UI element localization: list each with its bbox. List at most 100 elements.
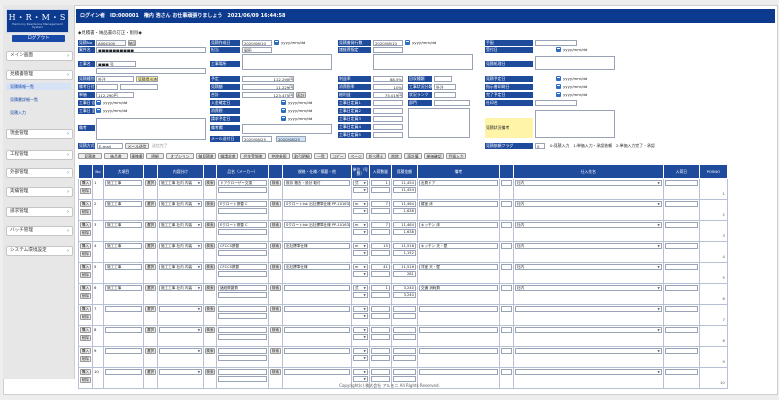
overhead-textarea[interactable] <box>373 54 473 70</box>
status-note-textarea[interactable] <box>535 110 615 138</box>
delete-row-button[interactable]: 削除 <box>80 209 91 215</box>
amount-field[interactable]: 3,240 <box>392 285 416 291</box>
staff-3-select[interactable] <box>373 116 403 122</box>
search-button[interactable]: 検索 <box>270 285 281 291</box>
big-category-field[interactable]: 施工工事 <box>105 201 142 207</box>
spec-field[interactable] <box>284 285 350 291</box>
calendar-icon[interactable] <box>274 40 279 45</box>
select-button[interactable]: 選択 <box>145 285 156 291</box>
created-date-field[interactable]: 2020/08/10 <box>242 40 272 46</box>
maker-field[interactable] <box>218 313 267 319</box>
amount-field[interactable]: 11,464 <box>392 222 416 228</box>
unit-select-2[interactable] <box>352 187 368 193</box>
note-field[interactable] <box>418 306 498 312</box>
supplier-select[interactable] <box>514 327 662 333</box>
sidebar-sub-estimate-input[interactable]: 見積入力 <box>6 109 71 116</box>
supplier-select[interactable]: 社内 <box>514 285 662 291</box>
mail-date-field[interactable]: 2020/08/25 <box>242 136 272 142</box>
tax-amount[interactable]: 11,229円 <box>242 84 294 90</box>
arrival-date-field[interactable] <box>664 327 698 333</box>
unit-select[interactable]: m <box>352 222 368 228</box>
amount-field[interactable] <box>392 306 416 312</box>
product-field[interactable]: Eクロート張替 C <box>218 201 267 207</box>
maker-field[interactable] <box>218 271 267 277</box>
est-field[interactable] <box>500 285 512 291</box>
qty-field[interactable]: 10 <box>370 243 390 249</box>
unit-price-field[interactable] <box>370 355 390 361</box>
unit-select-2[interactable] <box>352 313 368 319</box>
buy-button[interactable]: 購入 <box>80 285 91 291</box>
planned-amount[interactable]: 112,290円 <box>242 76 294 82</box>
cost-field[interactable]: 281 <box>392 271 416 277</box>
big-category-field[interactable] <box>105 348 142 354</box>
cost-field[interactable] <box>392 334 416 340</box>
delete-row-button[interactable]: 削除 <box>80 335 91 341</box>
btn-deduct[interactable]: 控除参照 <box>268 153 290 159</box>
category-select[interactable]: 施工工事 社内 内装 <box>159 180 202 186</box>
delete-row-button[interactable]: 削除 <box>80 314 91 320</box>
category-select[interactable] <box>159 306 202 312</box>
big-category-field[interactable] <box>105 369 142 375</box>
arrival-date-field[interactable] <box>664 201 698 207</box>
arrival-date-field[interactable] <box>664 180 698 186</box>
btn-delivery[interactable]: 納品書 <box>104 153 128 159</box>
work-location-textarea[interactable] <box>242 54 332 70</box>
buy-button[interactable]: 購入 <box>80 243 91 249</box>
maker-field[interactable] <box>218 229 267 235</box>
product-field[interactable]: CFCCS張替 <box>218 243 267 249</box>
arrange-select[interactable] <box>535 40 577 46</box>
product-field[interactable] <box>218 327 267 333</box>
buy-button[interactable]: 購入 <box>80 306 91 312</box>
unit-select-2[interactable] <box>352 250 368 256</box>
category-select[interactable]: 施工工事 社内 内装 <box>159 285 202 291</box>
staff-5-select[interactable] <box>373 132 403 138</box>
buy-button[interactable]: 購入 <box>80 264 91 270</box>
qty-field[interactable]: 1 <box>370 285 390 291</box>
calendar-icon[interactable] <box>281 108 286 113</box>
unit-select-2[interactable] <box>352 208 368 214</box>
category-select[interactable] <box>159 369 202 375</box>
sidebar-item-estimate[interactable]: 見積書管理 › <box>6 70 73 80</box>
unit-select-2[interactable] <box>352 376 368 382</box>
big-category-field[interactable]: 施工工事 <box>105 264 142 270</box>
dept-field[interactable] <box>434 100 470 106</box>
sidebar-item-settings[interactable]: システム環境設定 › <box>6 246 73 256</box>
staff-1-select[interactable] <box>373 100 403 106</box>
btn-invoice[interactable]: 御請求書 <box>218 153 238 159</box>
note-field[interactable] <box>418 327 498 333</box>
issue-date-field[interactable]: 2020/08/10 <box>373 40 403 46</box>
cost-field[interactable]: 3,240 <box>392 292 416 298</box>
process-textarea[interactable] <box>535 56 615 70</box>
qty-field[interactable]: 41 <box>370 264 390 270</box>
select-button[interactable]: 選択 <box>145 243 156 249</box>
btn-list[interactable]: 一覧 <box>314 153 328 159</box>
big-category-field[interactable] <box>105 306 142 312</box>
arrival-date-field[interactable] <box>664 306 698 312</box>
product-field[interactable] <box>218 306 267 312</box>
select-button[interactable]: 選択 <box>145 201 156 207</box>
big-category-field[interactable]: 施工工事 <box>105 222 142 228</box>
calendar-icon[interactable] <box>556 92 561 97</box>
search-button[interactable]: 検索 <box>205 348 215 354</box>
unit-price-field[interactable] <box>370 187 390 193</box>
amount-field[interactable] <box>392 348 416 354</box>
btn-page[interactable]: ページ <box>348 153 364 159</box>
status-field[interactable]: 見積提出済 <box>136 76 158 82</box>
spec-field[interactable] <box>284 369 350 375</box>
cost-field[interactable] <box>392 376 416 382</box>
est-field[interactable] <box>500 327 512 333</box>
unit-select-2[interactable] <box>352 334 368 340</box>
sidebar-sub-estimate-detail[interactable]: 見積書詳細一覧 <box>6 96 71 103</box>
arrival-date-field[interactable] <box>664 222 698 228</box>
unit-select-2[interactable] <box>352 229 368 235</box>
delete-row-button[interactable]: 削除 <box>80 230 91 236</box>
buy-button[interactable]: 購入 <box>80 369 91 375</box>
unit-select[interactable]: m <box>352 201 368 207</box>
sidebar-item-process[interactable]: 工程管理 › <box>6 150 73 160</box>
calendar-icon[interactable] <box>556 47 561 52</box>
search-button[interactable]: 検索 <box>270 306 281 312</box>
amount-field[interactable] <box>392 327 416 333</box>
btn-price-check[interactable]: 単価確認 <box>424 153 444 159</box>
maker-field[interactable] <box>218 334 267 340</box>
est-field[interactable] <box>500 369 512 375</box>
